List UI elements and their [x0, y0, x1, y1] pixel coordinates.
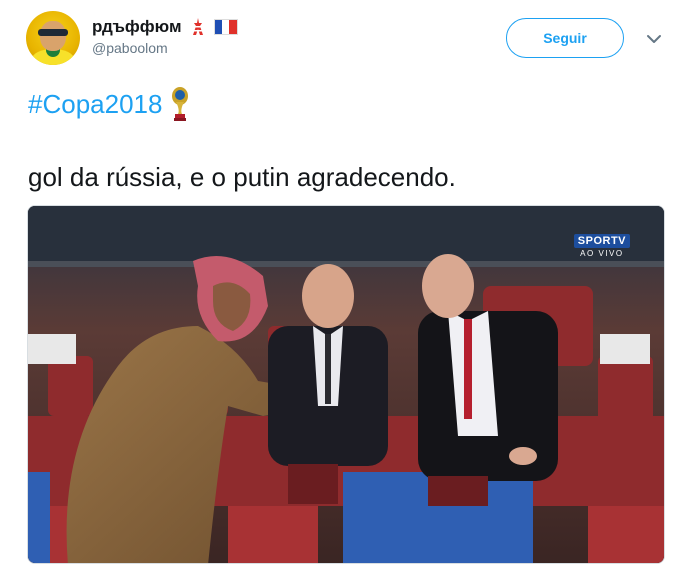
chevron-down-icon[interactable] — [645, 30, 663, 48]
user-handle[interactable]: @paboolom — [92, 40, 238, 56]
live-label: AO VIVO — [580, 249, 624, 258]
avatar[interactable] — [26, 11, 80, 65]
user-info: рдъффюм @paboolom — [92, 16, 238, 56]
avatar-glasses — [38, 29, 68, 36]
avatar-face — [40, 21, 66, 51]
france-flag-icon — [213, 19, 238, 35]
tweet-text: gol da rússia, e o putin agradecendo. — [28, 162, 456, 192]
hashtag-line: #Copa2018 — [28, 86, 190, 122]
hashtag-link[interactable]: #Copa2018 — [28, 89, 162, 120]
tokyo-tower-icon — [192, 18, 203, 35]
world-cup-trophy-icon — [172, 87, 189, 121]
name-row: рдъффюм — [92, 16, 238, 38]
sportv-logo: SPORTV — [573, 234, 630, 248]
tweet-photo[interactable]: SPORTV AO VIVO — [27, 205, 665, 564]
stadium-photo — [28, 206, 664, 563]
follow-button[interactable]: Seguir — [506, 18, 624, 58]
display-name[interactable]: рдъффюм — [92, 17, 182, 37]
broadcast-watermark: SPORTV AO VIVO — [573, 234, 630, 258]
